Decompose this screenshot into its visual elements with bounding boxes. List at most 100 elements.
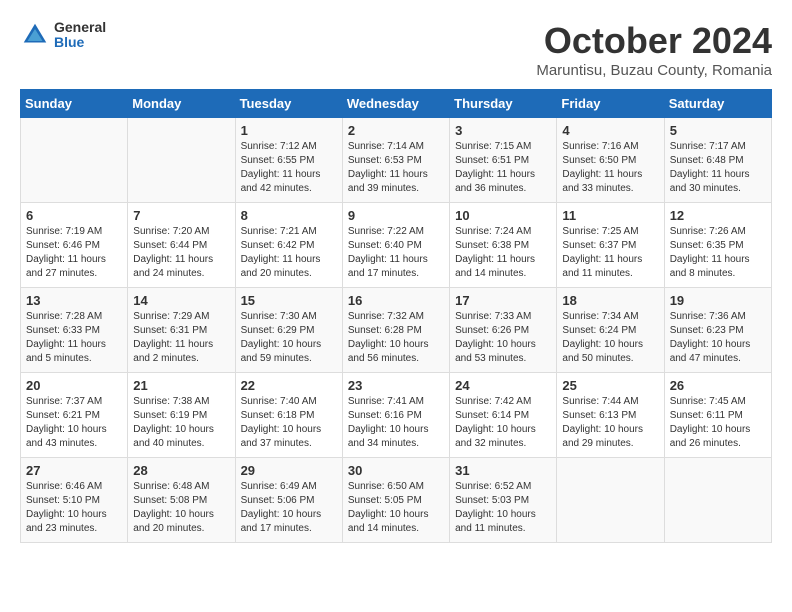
logo-general: General — [54, 20, 106, 35]
calendar-cell: 1Sunrise: 7:12 AM Sunset: 6:55 PM Daylig… — [235, 118, 342, 203]
day-number: 30 — [348, 463, 444, 478]
day-info: Sunrise: 7:17 AM Sunset: 6:48 PM Dayligh… — [670, 140, 766, 196]
day-info: Sunrise: 7:25 AM Sunset: 6:37 PM Dayligh… — [562, 225, 658, 281]
day-info: Sunrise: 6:52 AM Sunset: 5:03 PM Dayligh… — [455, 480, 551, 536]
day-info: Sunrise: 7:24 AM Sunset: 6:38 PM Dayligh… — [455, 225, 551, 281]
day-number: 13 — [26, 293, 122, 308]
day-number: 22 — [241, 378, 337, 393]
calendar-cell: 4Sunrise: 7:16 AM Sunset: 6:50 PM Daylig… — [557, 118, 664, 203]
day-number: 31 — [455, 463, 551, 478]
day-number: 28 — [133, 463, 229, 478]
calendar-cell: 24 Sunrise: 7:42 AM Sunset: 6:14 PM Dayli… — [450, 373, 557, 458]
calendar-cell: 2 Sunrise: 7:14 AM Sunset: 6:53 PM Daylig… — [342, 118, 449, 203]
column-header-tuesday: Tuesday — [235, 90, 342, 118]
calendar-cell: 6 Sunrise: 7:19 AM Sunset: 6:46 PM Daylig… — [21, 203, 128, 288]
week-row-2: 6 Sunrise: 7:19 AM Sunset: 6:46 PM Daylig… — [21, 203, 772, 288]
day-info: Sunrise: 7:38 AM Sunset: 6:19 PM Dayligh… — [133, 395, 229, 451]
calendar-cell — [664, 458, 771, 543]
day-number: 2 — [348, 123, 444, 138]
calendar-cell: 25 Sunrise: 7:44 AM Sunset: 6:13 PM Dayli… — [557, 373, 664, 458]
calendar-cell: 9 Sunrise: 7:22 AM Sunset: 6:40 PM Daylig… — [342, 203, 449, 288]
calendar-cell: 16 Sunrise: 7:32 AM Sunset: 6:28 PM Dayli… — [342, 288, 449, 373]
day-number: 7 — [133, 208, 229, 223]
day-info: Sunrise: 7:26 AM Sunset: 6:35 PM Dayligh… — [670, 225, 766, 281]
day-number: 9 — [348, 208, 444, 223]
day-info: Sunrise: 7:15 AM Sunset: 6:51 PM Dayligh… — [455, 140, 551, 196]
day-number: 25 — [562, 378, 658, 393]
column-header-saturday: Saturday — [664, 90, 771, 118]
day-number: 23 — [348, 378, 444, 393]
calendar-table: SundayMondayTuesdayWednesdayThursdayFrid… — [20, 89, 772, 543]
calendar-cell: 30 Sunrise: 6:50 AM Sunset: 5:05 PM Dayli… — [342, 458, 449, 543]
calendar-cell — [557, 458, 664, 543]
day-number: 8 — [241, 208, 337, 223]
day-info: Sunrise: 7:21 AM Sunset: 6:42 PM Dayligh… — [241, 225, 337, 281]
calendar-cell: 5 Sunrise: 7:17 AM Sunset: 6:48 PM Daylig… — [664, 118, 771, 203]
day-info: Sunrise: 7:32 AM Sunset: 6:28 PM Dayligh… — [348, 310, 444, 366]
day-number: 15 — [241, 293, 337, 308]
day-number: 3 — [455, 123, 551, 138]
day-number: 10 — [455, 208, 551, 223]
logo: General Blue — [20, 20, 106, 51]
calendar-cell: 8 Sunrise: 7:21 AM Sunset: 6:42 PM Daylig… — [235, 203, 342, 288]
calendar-cell: 14 Sunrise: 7:29 AM Sunset: 6:31 PM Dayli… — [128, 288, 235, 373]
day-number: 24 — [455, 378, 551, 393]
week-row-1: 1Sunrise: 7:12 AM Sunset: 6:55 PM Daylig… — [21, 118, 772, 203]
day-info: Sunrise: 7:44 AM Sunset: 6:13 PM Dayligh… — [562, 395, 658, 451]
day-number: 20 — [26, 378, 122, 393]
day-number: 26 — [670, 378, 766, 393]
day-number: 19 — [670, 293, 766, 308]
column-header-thursday: Thursday — [450, 90, 557, 118]
day-info: Sunrise: 6:50 AM Sunset: 5:05 PM Dayligh… — [348, 480, 444, 536]
column-header-wednesday: Wednesday — [342, 90, 449, 118]
day-number: 4 — [562, 123, 658, 138]
calendar-cell: 15 Sunrise: 7:30 AM Sunset: 6:29 PM Dayli… — [235, 288, 342, 373]
title-block: October 2024 Maruntisu, Buzau County, Ro… — [536, 20, 772, 79]
day-info: Sunrise: 7:42 AM Sunset: 6:14 PM Dayligh… — [455, 395, 551, 451]
day-info: Sunrise: 7:30 AM Sunset: 6:29 PM Dayligh… — [241, 310, 337, 366]
day-number: 5 — [670, 123, 766, 138]
day-info: Sunrise: 6:46 AM Sunset: 5:10 PM Dayligh… — [26, 480, 122, 536]
day-info: Sunrise: 7:37 AM Sunset: 6:21 PM Dayligh… — [26, 395, 122, 451]
day-info: Sunrise: 7:40 AM Sunset: 6:18 PM Dayligh… — [241, 395, 337, 451]
day-number: 16 — [348, 293, 444, 308]
subtitle: Maruntisu, Buzau County, Romania — [536, 62, 772, 79]
week-row-3: 13 Sunrise: 7:28 AM Sunset: 6:33 PM Dayli… — [21, 288, 772, 373]
day-info: Sunrise: 7:34 AM Sunset: 6:24 PM Dayligh… — [562, 310, 658, 366]
calendar-cell: 12 Sunrise: 7:26 AM Sunset: 6:35 PM Dayli… — [664, 203, 771, 288]
calendar-cell — [21, 118, 128, 203]
week-row-5: 27Sunrise: 6:46 AM Sunset: 5:10 PM Dayli… — [21, 458, 772, 543]
day-info: Sunrise: 7:41 AM Sunset: 6:16 PM Dayligh… — [348, 395, 444, 451]
calendar-cell: 21 Sunrise: 7:38 AM Sunset: 6:19 PM Dayli… — [128, 373, 235, 458]
day-number: 14 — [133, 293, 229, 308]
calendar-cell: 26 Sunrise: 7:45 AM Sunset: 6:11 PM Dayli… — [664, 373, 771, 458]
calendar-cell: 20 Sunrise: 7:37 AM Sunset: 6:21 PM Dayli… — [21, 373, 128, 458]
calendar-header: SundayMondayTuesdayWednesdayThursdayFrid… — [21, 90, 772, 118]
day-number: 12 — [670, 208, 766, 223]
day-info: Sunrise: 7:29 AM Sunset: 6:31 PM Dayligh… — [133, 310, 229, 366]
day-number: 11 — [562, 208, 658, 223]
day-number: 21 — [133, 378, 229, 393]
calendar-cell: 10 Sunrise: 7:24 AM Sunset: 6:38 PM Dayli… — [450, 203, 557, 288]
calendar-cell: 11 Sunrise: 7:25 AM Sunset: 6:37 PM Dayli… — [557, 203, 664, 288]
day-number: 18 — [562, 293, 658, 308]
day-info: Sunrise: 7:22 AM Sunset: 6:40 PM Dayligh… — [348, 225, 444, 281]
column-header-sunday: Sunday — [21, 90, 128, 118]
day-info: Sunrise: 7:14 AM Sunset: 6:53 PM Dayligh… — [348, 140, 444, 196]
day-info: Sunrise: 7:19 AM Sunset: 6:46 PM Dayligh… — [26, 225, 122, 281]
day-number: 6 — [26, 208, 122, 223]
day-info: Sunrise: 7:28 AM Sunset: 6:33 PM Dayligh… — [26, 310, 122, 366]
day-info: Sunrise: 7:45 AM Sunset: 6:11 PM Dayligh… — [670, 395, 766, 451]
day-number: 17 — [455, 293, 551, 308]
calendar-cell: 19 Sunrise: 7:36 AM Sunset: 6:23 PM Dayli… — [664, 288, 771, 373]
page-header: General Blue October 2024 Maruntisu, Buz… — [20, 20, 772, 79]
day-number: 1 — [241, 123, 337, 138]
day-info: Sunrise: 7:20 AM Sunset: 6:44 PM Dayligh… — [133, 225, 229, 281]
column-header-monday: Monday — [128, 90, 235, 118]
calendar-cell: 29Sunrise: 6:49 AM Sunset: 5:06 PM Dayli… — [235, 458, 342, 543]
month-title: October 2024 — [536, 20, 772, 62]
calendar-cell: 13 Sunrise: 7:28 AM Sunset: 6:33 PM Dayli… — [21, 288, 128, 373]
day-info: Sunrise: 7:36 AM Sunset: 6:23 PM Dayligh… — [670, 310, 766, 366]
logo-blue: Blue — [54, 35, 106, 50]
calendar-cell: 27Sunrise: 6:46 AM Sunset: 5:10 PM Dayli… — [21, 458, 128, 543]
